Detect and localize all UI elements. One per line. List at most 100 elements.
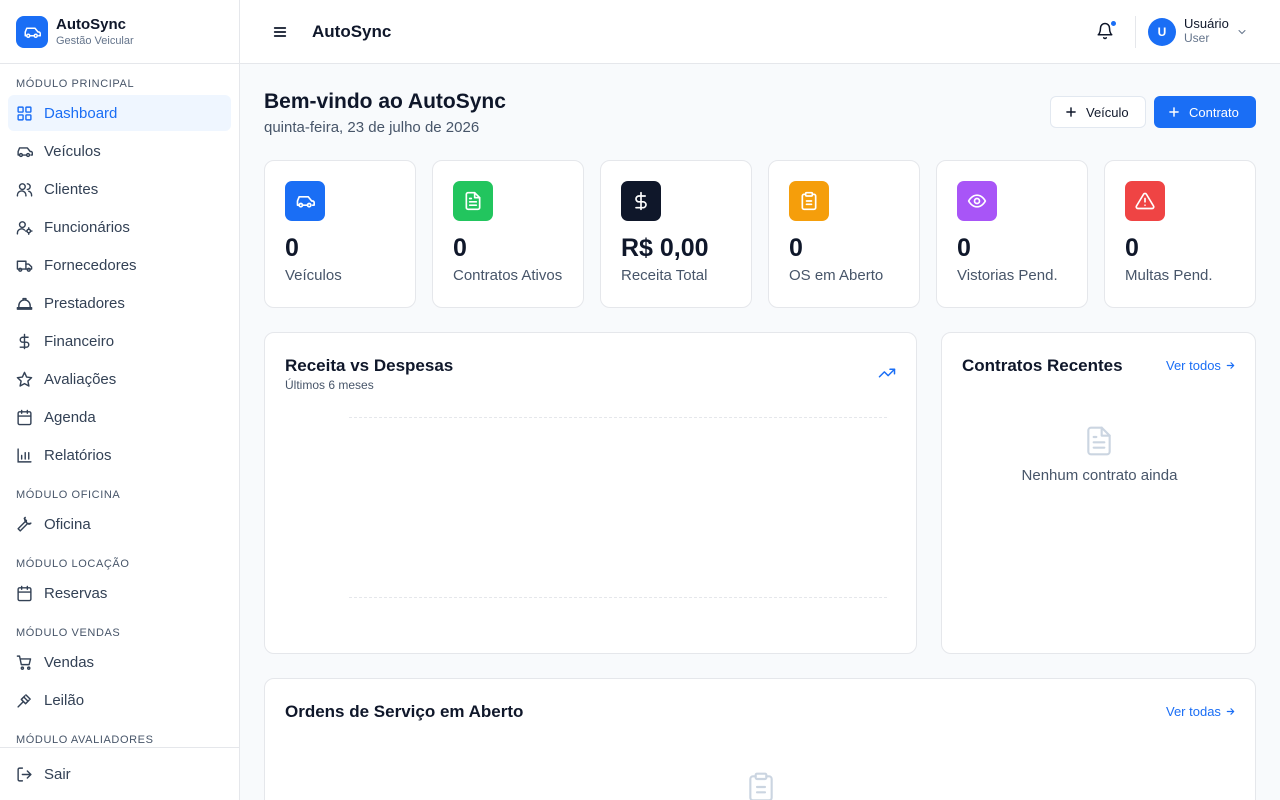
clipboard-icon	[801, 191, 817, 211]
sidebar-item-label: Prestadores	[44, 294, 125, 312]
dollar-icon	[635, 191, 647, 211]
section-title: Módulo Principal	[16, 78, 135, 90]
logout-icon	[17, 766, 32, 782]
car-icon	[16, 15, 48, 48]
sidebar-item-oficina[interactable]: Oficina	[8, 506, 231, 542]
sidebar-item-dashboard[interactable]: Dashboard	[8, 95, 231, 131]
section-title: Módulo Oficina	[16, 489, 121, 501]
see-all-contracts-link[interactable]: Ver todos	[1166, 358, 1236, 373]
welcome-block: Bem-vindo ao AutoSync quinta-feira, 23 d…	[264, 90, 506, 136]
stat-card-revenue[interactable]: R$ 0,00 Receita Total	[600, 160, 752, 308]
stat-icon	[621, 181, 661, 221]
stat-value: 0	[1125, 234, 1139, 262]
stat-card-vehicles[interactable]: 0 Veículos	[264, 160, 416, 308]
section-title: Módulo Avaliadores	[16, 734, 154, 746]
chart-gridline	[349, 417, 887, 418]
sidebar-item-agenda[interactable]: Agenda	[8, 399, 231, 435]
sidebar-item-prestadores[interactable]: Prestadores	[8, 285, 231, 321]
sidebar-item-label: Reservas	[44, 584, 108, 602]
sidebar-nav: Módulo Principal Dashboard Veículos Clie…	[0, 64, 239, 747]
sidebar-item-label: Vendas	[44, 653, 95, 671]
notifications-button[interactable]	[1096, 20, 1117, 42]
chevron-down-icon[interactable]	[1236, 26, 1248, 38]
logout-area: Sair	[0, 747, 239, 800]
sidebar-item-label: Dashboard	[44, 104, 118, 122]
plus-icon	[1169, 107, 1179, 117]
see-all-label: Ver todas	[1166, 704, 1221, 719]
sidebar-item-label: Clientes	[44, 180, 99, 198]
sidebar-item-financeiro[interactable]: Financeiro	[8, 323, 231, 359]
stat-value: 0	[285, 234, 299, 262]
stat-icon	[957, 181, 997, 221]
sidebar-item-label: Veículos	[44, 142, 101, 160]
sidebar-item-veiculos[interactable]: Veículos	[8, 133, 231, 169]
add-vehicle-label: Veículo	[1086, 104, 1129, 120]
header-divider	[1135, 16, 1136, 48]
page-title: Bem-vindo ao AutoSync	[264, 90, 506, 113]
file-text-icon	[465, 191, 481, 211]
sidebar-item-label: Oficina	[44, 515, 91, 533]
card-subtitle: Últimos 6 meses	[285, 378, 374, 392]
stat-label: Veículos	[285, 267, 342, 284]
sidebar-item-label: Leilão	[44, 691, 85, 709]
stat-icon	[453, 181, 493, 221]
card-title: Ordens de Serviço em Aberto	[285, 702, 524, 721]
notification-dot	[1110, 20, 1117, 27]
sidebar-item-funcionarios[interactable]: Funcionários	[8, 209, 231, 245]
stat-value: R$ 0,00	[621, 234, 709, 262]
section-title: Módulo Locação	[16, 558, 130, 570]
empty-state-text: Nenhum contrato ainda	[1021, 467, 1178, 484]
stat-value: 0	[789, 234, 803, 262]
header-title: AutoSync	[312, 21, 392, 41]
stat-card-contracts[interactable]: 0 Contratos Ativos	[432, 160, 584, 308]
add-vehicle-button[interactable]: Veículo	[1050, 96, 1146, 128]
sidebar-item-vendas[interactable]: Vendas	[8, 644, 231, 680]
file-text-icon	[1087, 426, 1111, 456]
sidebar-item-label: Relatórios	[44, 446, 112, 464]
brand[interactable]: AutoSync Gestão Veicular	[0, 0, 239, 64]
add-contract-button[interactable]: Contrato	[1154, 96, 1256, 128]
stat-card-inspections[interactable]: 0 Vistorias Pend.	[936, 160, 1088, 308]
sidebar-item-label: Funcionários	[44, 218, 130, 236]
menu-icon[interactable]	[270, 22, 290, 42]
cart-icon	[16, 654, 32, 670]
stat-card-fines[interactable]: 0 Multas Pend.	[1104, 160, 1256, 308]
arrow-right-icon	[1226, 708, 1235, 715]
avatar[interactable]: U	[1148, 18, 1176, 46]
sidebar-item-avaliacoes[interactable]: Avaliações	[8, 361, 231, 397]
brand-subtitle: Gestão Veicular	[56, 34, 134, 47]
user-menu[interactable]: Usuário User	[1184, 17, 1229, 44]
card-title: Receita vs Despesas	[285, 356, 454, 375]
sidebar-item-label: Fornecedores	[44, 256, 137, 274]
car-icon	[296, 196, 315, 208]
stat-icon	[789, 181, 829, 221]
stat-label: OS em Aberto	[789, 267, 884, 284]
dashboard-icon	[17, 105, 32, 121]
clipboard-icon	[749, 772, 773, 800]
wrench-icon	[17, 516, 32, 532]
user-role: User	[1184, 31, 1210, 45]
recent-contracts-card: Contratos Recentes Ver todos Nenhum cont…	[941, 332, 1256, 654]
sidebar-item-label: Financeiro	[44, 332, 115, 350]
arrow-right-icon	[1226, 362, 1235, 369]
sidebar-item-leilao[interactable]: Leilão	[8, 682, 231, 718]
see-all-orders-link[interactable]: Ver todas	[1166, 704, 1236, 719]
sidebar-item-label: Agenda	[44, 408, 96, 426]
alert-triangle-icon	[1135, 192, 1155, 210]
dollar-icon	[19, 333, 30, 349]
add-contract-label: Contrato	[1189, 104, 1239, 120]
sidebar-item-clientes[interactable]: Clientes	[8, 171, 231, 207]
eye-icon	[967, 194, 987, 208]
hard-hat-icon	[16, 297, 33, 310]
sidebar-item-relatorios[interactable]: Relatórios	[8, 437, 231, 473]
sidebar-item-fornecedores[interactable]: Fornecedores	[8, 247, 231, 283]
card-title: Contratos Recentes	[962, 356, 1123, 375]
stat-label: Receita Total	[621, 267, 708, 284]
sidebar-item-reservas[interactable]: Reservas	[8, 575, 231, 611]
plus-icon	[1066, 107, 1076, 117]
trending-up-icon	[878, 368, 896, 378]
logout-button[interactable]: Sair	[8, 756, 231, 792]
stat-card-open-orders[interactable]: 0 OS em Aberto	[768, 160, 920, 308]
see-all-label: Ver todos	[1166, 358, 1221, 373]
open-service-orders-card: Ordens de Serviço em Aberto Ver todas	[264, 678, 1256, 800]
